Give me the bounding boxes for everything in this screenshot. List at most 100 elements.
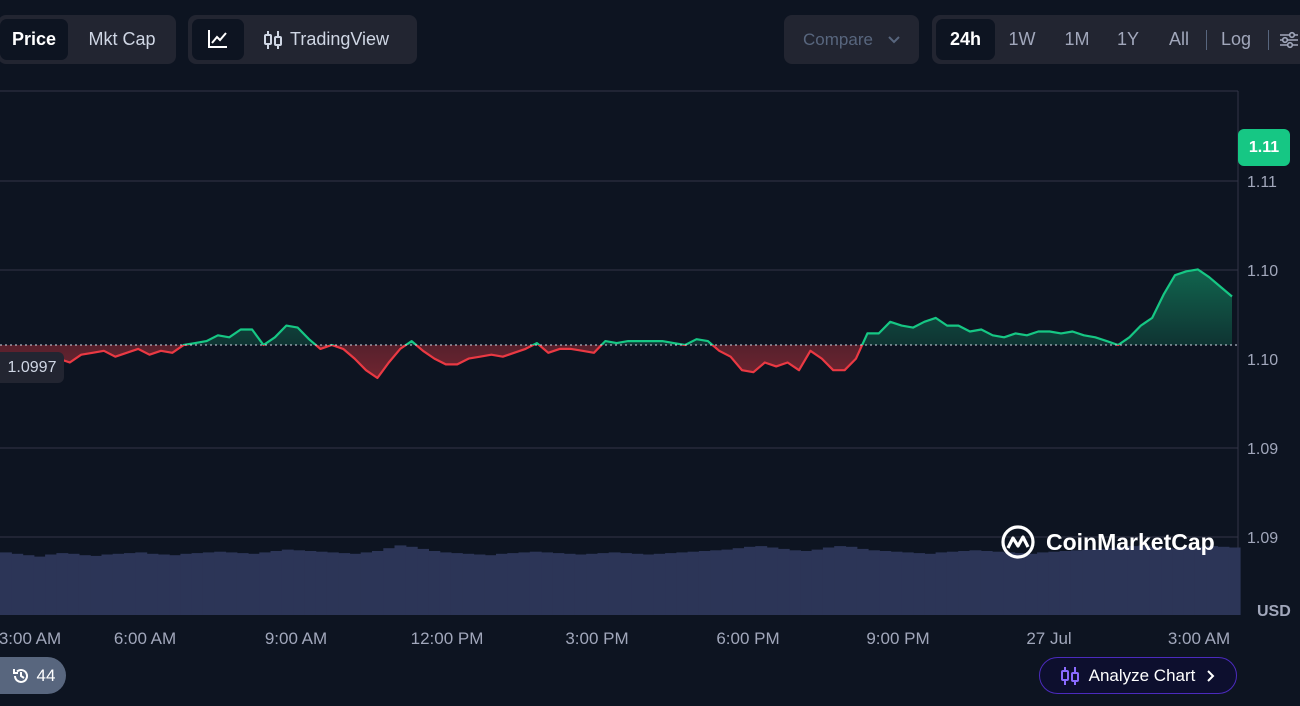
volume-bar (890, 551, 903, 615)
volume-bar (0, 552, 12, 615)
volume-bar (417, 548, 429, 615)
volume-bar (394, 545, 407, 615)
price-area-above (0, 269, 1232, 346)
x-tick-label: 9:00 AM (265, 629, 327, 648)
volume-bar (202, 552, 215, 615)
volume-bar (868, 550, 880, 615)
coinmarketcap-logo: CoinMarketCap (1000, 523, 1215, 561)
volume-bar (33, 556, 46, 615)
volume-bar (22, 555, 35, 615)
volume-bar (811, 549, 824, 615)
volume-bar (620, 553, 632, 615)
volume-bar (1048, 551, 1061, 615)
current-price-badge: 1.11 (1238, 129, 1290, 166)
x-tick-label: 9:00 PM (866, 629, 929, 648)
volume-bar (946, 551, 959, 615)
volume-bar (326, 552, 339, 615)
volume-bar (428, 551, 441, 615)
volume-bar (473, 554, 486, 615)
volume-bar (360, 552, 373, 615)
volume-bar (744, 546, 756, 615)
volume-bar (90, 555, 103, 615)
volume-bar (214, 551, 227, 615)
volume-bar (1228, 547, 1241, 615)
volume-bar (518, 552, 531, 615)
volume-bar (992, 551, 1004, 615)
volume-bar (236, 553, 249, 615)
volume-bar (225, 552, 238, 615)
volume-bar (1003, 552, 1016, 615)
y-tick-label: 1.09 (1247, 441, 1278, 458)
volume-bar (338, 553, 351, 615)
volume-bar (721, 549, 734, 615)
volume-bar (653, 553, 666, 615)
volume-bar (135, 552, 148, 615)
volume-bar (529, 551, 542, 615)
volume-bar (462, 553, 475, 615)
volume-bar (845, 546, 858, 615)
price-line-above (181, 268, 1233, 346)
volume-bar (1014, 553, 1027, 615)
volume-bar (574, 554, 587, 615)
analyze-chart-button[interactable]: Analyze Chart (1039, 657, 1237, 694)
volume-bar (248, 553, 260, 615)
volume-bar (281, 549, 294, 615)
history-button[interactable]: 44 (0, 657, 66, 694)
volume-bar (631, 553, 644, 615)
currency-label: USD (1257, 603, 1291, 620)
x-tick-label: 6:00 AM (114, 629, 176, 648)
x-tick-label: 3:00 AM (0, 629, 61, 648)
volume-bar (101, 554, 114, 615)
volume-bar (642, 554, 655, 615)
price-series (0, 268, 1233, 380)
volume-bar (67, 553, 80, 615)
volume-bar (293, 550, 305, 615)
volume-bar (496, 553, 508, 615)
volume-bar (608, 552, 621, 615)
volume-bar (879, 551, 892, 615)
volume-bar (800, 551, 813, 615)
volume-bar (563, 553, 576, 615)
volume-bar (56, 553, 69, 615)
x-tick-label: 3:00 AM (1168, 629, 1230, 648)
coinmarketcap-logo-text: CoinMarketCap (1046, 528, 1215, 555)
volume-bar (146, 553, 159, 615)
volume-bar (259, 552, 272, 615)
y-tick-label: 1.10 (1247, 263, 1278, 280)
volume-bar (913, 553, 925, 615)
y-tick-label: 1.09 (1247, 530, 1278, 547)
volume-bar (1217, 546, 1230, 615)
volume-bar (597, 553, 610, 615)
volume-bar (1025, 553, 1038, 615)
volume-bar (822, 547, 835, 615)
volume-bar (924, 553, 937, 615)
price-area-below (0, 345, 863, 378)
volume-bar (935, 552, 948, 615)
volume-bar (169, 555, 181, 615)
volume-bar (755, 546, 768, 615)
volume-bar (980, 551, 993, 615)
volume-bar (270, 551, 283, 615)
volume-bar (710, 550, 723, 615)
price-chart[interactable]: 1.11 1.10 1.10 1.09 1.09 3:00 AM 6:00 AM 9:00 A… (0, 0, 1300, 706)
volume-bar (901, 552, 914, 615)
volume-bar (834, 546, 847, 615)
volume-bar (789, 550, 801, 615)
y-tick-label: 1.11 (1247, 174, 1277, 191)
volume-bar (315, 551, 328, 615)
volume-bar (676, 552, 689, 615)
volume-bar (777, 548, 790, 615)
x-tick-label: 6:00 PM (716, 629, 779, 648)
volume-bar (450, 553, 463, 615)
x-tick-label: 12:00 PM (411, 629, 484, 648)
coinmarketcap-logo-icon (1001, 525, 1035, 559)
volume-bar (766, 547, 779, 615)
volume-bar (698, 551, 711, 615)
volume-bar (586, 553, 599, 615)
volume-bar (1037, 552, 1049, 615)
volume-bar (191, 553, 204, 615)
volume-bar (157, 554, 170, 615)
volume-bar (507, 553, 520, 615)
analyze-chart-label: Analyze Chart (1088, 665, 1196, 685)
volume-bar (665, 553, 677, 615)
